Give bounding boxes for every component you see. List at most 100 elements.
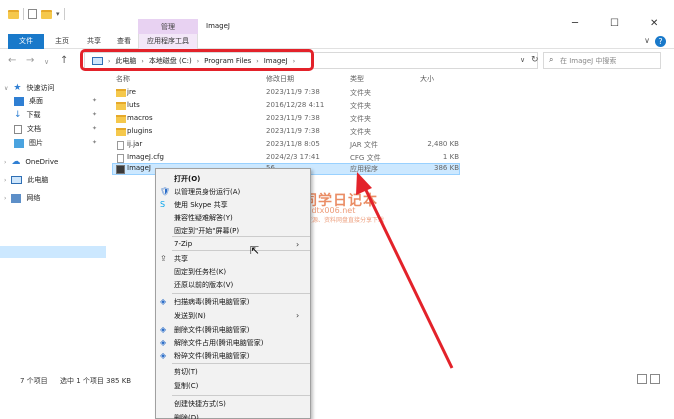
menu-item[interactable]: 打开(O) [174,174,200,184]
menu-item[interactable]: 扫描病毒(腾讯电脑管家) [174,297,249,307]
file-name[interactable]: jre [127,88,136,96]
refresh-icon[interactable]: ↻ [531,55,539,65]
search-input[interactable]: 在 ImageJ 中搜索 [560,56,616,66]
file-date: 2023/11/9 7:38 [266,114,320,122]
computer-icon [11,176,23,184]
file-name[interactable]: plugins [127,127,152,135]
tab-share[interactable]: 共享 [80,34,108,49]
file-date: 2023/11/9 7:38 [266,88,320,96]
help-icon[interactable]: ? [655,36,666,47]
file-icon [117,154,124,163]
sidebar-item-network[interactable]: › 网络 [4,192,40,204]
sidebar-label: OneDrive [25,158,59,166]
sidebar-item-onedrive[interactable]: › ☁ OneDrive [4,156,58,168]
pictures-icon [14,138,24,148]
back-icon[interactable]: ← [8,55,16,66]
sidebar-item-downloads[interactable]: ↓ 下载 [14,109,41,121]
menu-item[interactable]: 发送到(N) [174,311,206,321]
tab-home[interactable]: 主页 [48,34,76,49]
star-icon: ★ [13,83,22,93]
divider [23,8,24,20]
menu-item[interactable]: 固定到任务栏(K) [174,267,226,277]
menu-item[interactable]: 使用 Skype 共享 [174,200,228,210]
menu-item[interactable]: 粉碎文件(腾讯电脑管家) [174,351,249,361]
menu-item[interactable]: 固定到"开始"屏幕(P) [174,226,239,236]
sidebar-label: 快速访问 [26,84,55,92]
menu-item[interactable]: 以管理员身份运行(A) [174,187,240,197]
menu-divider [172,236,310,237]
chevron-right-icon[interactable]: › [4,195,6,202]
file-name[interactable]: ij.jar [127,140,142,148]
menu-item[interactable]: 复制(C) [174,381,198,391]
column-header-date[interactable]: 修改日期 [266,74,294,84]
sidebar-item-quick-access[interactable]: ∨ ★ 快速访问 [4,82,54,94]
folder-icon [116,115,126,123]
shield-icon: 🛡 [160,187,171,196]
file-size: 386 KB [434,164,459,172]
context-menu: 打开(O) 🛡 以管理员身份运行(A) S 使用 Skype 共享 兼容性疑难解答(Y) 固… [155,168,311,419]
column-header-name[interactable]: 名称 [116,74,130,84]
network-icon [11,193,22,203]
tab-app-tools[interactable]: 应用程序工具 [138,34,198,49]
tencent-icon: ◈ [160,325,167,334]
up-icon[interactable]: ↑ [60,55,68,66]
menu-item[interactable]: 还原以前的版本(V) [174,280,233,290]
chevron-right-icon[interactable]: › [4,159,6,166]
column-header-type[interactable]: 类型 [350,74,364,84]
address-dropdown-icon[interactable]: ∨ [520,56,525,64]
sidebar-item-pictures[interactable]: 图片 [14,137,43,149]
file-size: 2,480 KB [427,140,459,148]
menu-divider [172,395,310,396]
tencent-icon: ◈ [160,351,167,360]
recent-chevron-icon[interactable]: ∨ [44,58,49,66]
minimize-icon[interactable]: ─ [572,18,578,29]
navigation-pane: ∨ ★ 快速访问 桌面 ↓ 下载 文档 图片 ✦ ✦ ✦ ✦ › ☁ OneDr… [0,72,108,372]
sidebar-label: 图片 [29,139,43,147]
maximize-icon[interactable]: ☐ [610,18,619,29]
context-tab-label[interactable]: 管理 [138,22,198,32]
customize-chevron-icon[interactable]: ▾ [56,10,60,18]
menu-item[interactable]: 兼容性疑难解答(Y) [174,213,233,223]
sidebar-item-desktop[interactable]: 桌面 [14,95,43,107]
menu-divider [172,250,310,251]
tencent-icon: ◈ [160,338,167,347]
file-type: CFG 文件 [350,154,381,162]
pin-icon[interactable]: ✦ [92,97,97,104]
new-folder-icon[interactable] [41,9,52,19]
sidebar-item-documents[interactable]: 文档 [14,123,41,135]
pin-icon[interactable]: ✦ [92,139,97,146]
tab-file[interactable]: 文件 [8,34,44,49]
menu-item[interactable]: 7-Zip [174,240,192,248]
large-icons-view-icon[interactable] [650,374,660,384]
pin-icon[interactable]: ✦ [92,111,97,118]
sidebar-item-this-pc[interactable]: › 此电脑 [4,174,48,186]
chevron-down-icon[interactable]: ∨ [4,85,8,92]
collapse-ribbon-icon[interactable]: ∨ [644,36,650,45]
divider [63,8,65,20]
pin-icon[interactable]: ✦ [92,125,97,132]
close-icon[interactable]: ✕ [650,18,658,29]
menu-item[interactable]: 创建快捷方式(S) [174,399,226,409]
file-type: 文件夹 [350,89,371,97]
folder-icon[interactable] [8,9,19,19]
file-name[interactable]: ImageJ [127,164,151,172]
properties-icon[interactable] [28,9,37,19]
sidebar-label: 文档 [27,125,41,133]
menu-item[interactable]: 删除文件(腾讯电脑管家) [174,325,249,335]
tab-view[interactable]: 查看 [110,34,138,49]
menu-item[interactable]: 剪切(T) [174,367,198,377]
file-name[interactable]: luts [127,101,140,109]
file-name[interactable]: ImageJ.cfg [127,153,164,161]
menu-item[interactable]: 共享 [174,254,188,264]
file-type: JAR 文件 [350,141,378,149]
column-header-size[interactable]: 大小 [420,74,434,84]
forward-icon[interactable]: → [26,55,34,66]
details-view-icon[interactable] [637,374,647,384]
file-date: 2016/12/28 4:11 [266,101,325,109]
file-date: 2023/11/9 7:38 [266,127,320,135]
chevron-right-icon[interactable]: › [4,177,6,184]
file-name[interactable]: macros [127,114,153,122]
menu-item[interactable]: 删除(D) [174,413,199,419]
annotation-highlight-box [80,49,314,71]
menu-item[interactable]: 解除文件占用(腾讯电脑管家) [174,338,263,348]
